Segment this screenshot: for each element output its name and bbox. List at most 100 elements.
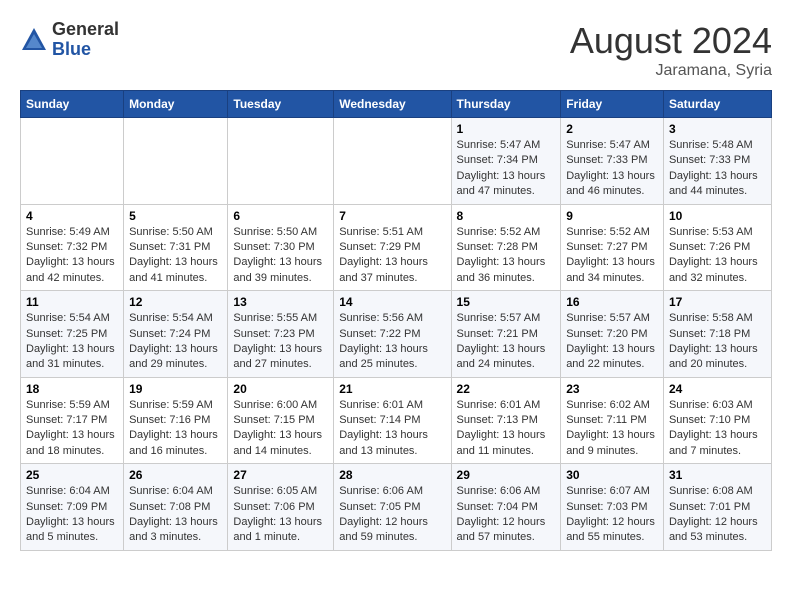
day-number: 27: [233, 468, 328, 482]
day-number: 22: [457, 382, 556, 396]
day-cell: 20 Sunrise: 6:00 AMSunset: 7:15 PMDayligh…: [228, 377, 334, 464]
day-number: 15: [457, 295, 556, 309]
day-cell: 6 Sunrise: 5:50 AMSunset: 7:30 PMDaylight…: [228, 204, 334, 291]
day-number: 12: [129, 295, 222, 309]
day-cell: 14 Sunrise: 5:56 AMSunset: 7:22 PMDayligh…: [334, 291, 451, 378]
day-info: Sunrise: 5:51 AMSunset: 7:29 PMDaylight:…: [339, 225, 445, 287]
calendar-table: SundayMondayTuesdayWednesdayThursdayFrid…: [20, 90, 772, 551]
week-row-1: 1Sunrise: 5:47 AMSunset: 7:34 PMDaylight…: [21, 118, 772, 205]
week-row-5: 25 Sunrise: 6:04 AMSunset: 7:09 PMDayligh…: [21, 464, 772, 551]
header-cell-thursday: Thursday: [451, 91, 561, 118]
day-info: Sunrise: 5:50 AMSunset: 7:30 PMDaylight:…: [233, 225, 328, 287]
day-cell: 21 Sunrise: 6:01 AMSunset: 7:14 PMDayligh…: [334, 377, 451, 464]
day-number: 11: [26, 295, 118, 309]
day-info: Sunrise: 6:04 AMSunset: 7:09 PMDaylight:…: [26, 484, 118, 546]
day-number: 29: [457, 468, 556, 482]
day-info: Sunrise: 5:54 AMSunset: 7:25 PMDaylight:…: [26, 311, 118, 373]
day-cell: 17Sunrise: 5:58 AMSunset: 7:18 PMDayligh…: [663, 291, 771, 378]
day-info: Sunrise: 5:59 AMSunset: 7:16 PMDaylight:…: [129, 398, 222, 460]
day-number: 14: [339, 295, 445, 309]
day-cell: 19Sunrise: 5:59 AMSunset: 7:16 PMDayligh…: [124, 377, 228, 464]
day-cell: 7 Sunrise: 5:51 AMSunset: 7:29 PMDaylight…: [334, 204, 451, 291]
day-info: Sunrise: 5:56 AMSunset: 7:22 PMDaylight:…: [339, 311, 445, 373]
day-info: Sunrise: 5:49 AMSunset: 7:32 PMDaylight:…: [26, 225, 118, 287]
week-row-4: 18Sunrise: 5:59 AMSunset: 7:17 PMDayligh…: [21, 377, 772, 464]
day-info: Sunrise: 5:53 AMSunset: 7:26 PMDaylight:…: [669, 225, 766, 287]
day-number: 30: [566, 468, 658, 482]
day-cell: 18Sunrise: 5:59 AMSunset: 7:17 PMDayligh…: [21, 377, 124, 464]
day-info: Sunrise: 5:58 AMSunset: 7:18 PMDaylight:…: [669, 311, 766, 373]
day-cell: 30 Sunrise: 6:07 AMSunset: 7:03 PMDayligh…: [561, 464, 664, 551]
day-cell: 3 Sunrise: 5:48 AMSunset: 7:33 PMDaylight…: [663, 118, 771, 205]
location: Jaramana, Syria: [570, 62, 772, 80]
day-info: Sunrise: 6:01 AMSunset: 7:13 PMDaylight:…: [457, 398, 556, 460]
day-info: Sunrise: 6:04 AMSunset: 7:08 PMDaylight:…: [129, 484, 222, 546]
day-info: Sunrise: 5:57 AMSunset: 7:21 PMDaylight:…: [457, 311, 556, 373]
day-cell: 25 Sunrise: 6:04 AMSunset: 7:09 PMDayligh…: [21, 464, 124, 551]
day-info: Sunrise: 6:07 AMSunset: 7:03 PMDaylight:…: [566, 484, 658, 546]
week-row-2: 4 Sunrise: 5:49 AMSunset: 7:32 PMDaylight…: [21, 204, 772, 291]
month-title: August 2024: [570, 20, 772, 62]
header-cell-wednesday: Wednesday: [334, 91, 451, 118]
day-number: 26: [129, 468, 222, 482]
day-info: Sunrise: 6:01 AMSunset: 7:14 PMDaylight:…: [339, 398, 445, 460]
day-number: 8: [457, 209, 556, 223]
day-number: 2: [566, 122, 658, 136]
title-block: August 2024 Jaramana, Syria: [570, 20, 772, 80]
day-number: 5: [129, 209, 222, 223]
day-info: Sunrise: 5:47 AMSunset: 7:33 PMDaylight:…: [566, 138, 658, 200]
day-cell: 11 Sunrise: 5:54 AMSunset: 7:25 PMDayligh…: [21, 291, 124, 378]
day-number: 7: [339, 209, 445, 223]
day-number: 28: [339, 468, 445, 482]
day-cell: [21, 118, 124, 205]
day-cell: 5 Sunrise: 5:50 AMSunset: 7:31 PMDaylight…: [124, 204, 228, 291]
day-number: 3: [669, 122, 766, 136]
page-header: General Blue August 2024 Jaramana, Syria: [20, 20, 772, 80]
day-number: 4: [26, 209, 118, 223]
day-info: Sunrise: 5:59 AMSunset: 7:17 PMDaylight:…: [26, 398, 118, 460]
day-cell: 8Sunrise: 5:52 AMSunset: 7:28 PMDaylight…: [451, 204, 561, 291]
day-cell: 23 Sunrise: 6:02 AMSunset: 7:11 PMDayligh…: [561, 377, 664, 464]
day-cell: 2 Sunrise: 5:47 AMSunset: 7:33 PMDaylight…: [561, 118, 664, 205]
day-info: Sunrise: 5:57 AMSunset: 7:20 PMDaylight:…: [566, 311, 658, 373]
day-number: 23: [566, 382, 658, 396]
day-info: Sunrise: 5:54 AMSunset: 7:24 PMDaylight:…: [129, 311, 222, 373]
day-info: Sunrise: 5:47 AMSunset: 7:34 PMDaylight:…: [457, 138, 556, 200]
header-cell-saturday: Saturday: [663, 91, 771, 118]
header-cell-monday: Monday: [124, 91, 228, 118]
day-cell: 26 Sunrise: 6:04 AMSunset: 7:08 PMDayligh…: [124, 464, 228, 551]
day-info: Sunrise: 6:06 AMSunset: 7:04 PMDaylight:…: [457, 484, 556, 546]
day-number: 10: [669, 209, 766, 223]
day-number: 6: [233, 209, 328, 223]
day-info: Sunrise: 5:55 AMSunset: 7:23 PMDaylight:…: [233, 311, 328, 373]
day-number: 13: [233, 295, 328, 309]
day-number: 31: [669, 468, 766, 482]
day-cell: 16 Sunrise: 5:57 AMSunset: 7:20 PMDayligh…: [561, 291, 664, 378]
day-cell: 9Sunrise: 5:52 AMSunset: 7:27 PMDaylight…: [561, 204, 664, 291]
day-cell: 13 Sunrise: 5:55 AMSunset: 7:23 PMDayligh…: [228, 291, 334, 378]
day-info: Sunrise: 6:03 AMSunset: 7:10 PMDaylight:…: [669, 398, 766, 460]
day-info: Sunrise: 6:08 AMSunset: 7:01 PMDaylight:…: [669, 484, 766, 546]
calendar-body: 1Sunrise: 5:47 AMSunset: 7:34 PMDaylight…: [21, 118, 772, 551]
day-number: 25: [26, 468, 118, 482]
day-cell: 28Sunrise: 6:06 AMSunset: 7:05 PMDayligh…: [334, 464, 451, 551]
logo-icon: [20, 26, 48, 54]
header-cell-friday: Friday: [561, 91, 664, 118]
day-cell: [124, 118, 228, 205]
week-row-3: 11 Sunrise: 5:54 AMSunset: 7:25 PMDayligh…: [21, 291, 772, 378]
day-cell: 29 Sunrise: 6:06 AMSunset: 7:04 PMDayligh…: [451, 464, 561, 551]
day-cell: 10 Sunrise: 5:53 AMSunset: 7:26 PMDayligh…: [663, 204, 771, 291]
day-number: 21: [339, 382, 445, 396]
day-number: 9: [566, 209, 658, 223]
day-info: Sunrise: 6:00 AMSunset: 7:15 PMDaylight:…: [233, 398, 328, 460]
day-number: 16: [566, 295, 658, 309]
day-cell: 1Sunrise: 5:47 AMSunset: 7:34 PMDaylight…: [451, 118, 561, 205]
day-cell: [334, 118, 451, 205]
day-info: Sunrise: 5:50 AMSunset: 7:31 PMDaylight:…: [129, 225, 222, 287]
calendar-header: SundayMondayTuesdayWednesdayThursdayFrid…: [21, 91, 772, 118]
header-cell-tuesday: Tuesday: [228, 91, 334, 118]
day-info: Sunrise: 6:02 AMSunset: 7:11 PMDaylight:…: [566, 398, 658, 460]
day-info: Sunrise: 5:48 AMSunset: 7:33 PMDaylight:…: [669, 138, 766, 200]
day-cell: 24Sunrise: 6:03 AMSunset: 7:10 PMDayligh…: [663, 377, 771, 464]
day-number: 20: [233, 382, 328, 396]
